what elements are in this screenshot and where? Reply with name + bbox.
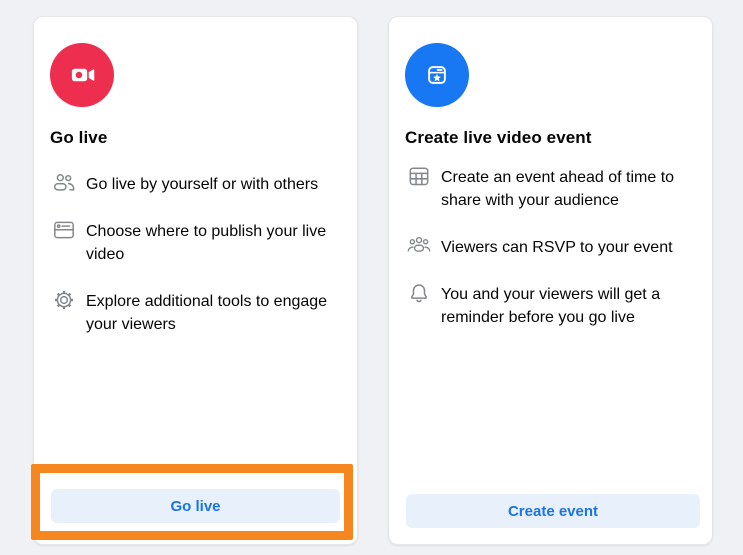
- create-event-badge: [405, 43, 469, 107]
- feature-item: Choose where to publish your live video: [51, 220, 343, 266]
- feature-text: Choose where to publish your live video: [86, 220, 338, 266]
- feature-text: Viewers can RSVP to your event: [441, 236, 673, 259]
- gear-icon: [51, 287, 77, 313]
- video-camera-icon: [64, 57, 100, 93]
- feature-text: You and your viewers will get a reminder…: [441, 283, 693, 329]
- feature-text: Go live by yourself or with others: [86, 173, 318, 196]
- go-live-feature-list: Go live by yourself or with others Choos…: [51, 173, 343, 336]
- calendar-star-icon: [419, 57, 455, 93]
- bell-icon: [406, 280, 432, 306]
- go-live-button[interactable]: Go live: [51, 489, 340, 523]
- card-title: Create live video event: [405, 128, 696, 148]
- create-event-button[interactable]: Create event: [406, 494, 700, 528]
- people-pair-icon: [51, 170, 77, 196]
- go-live-badge: [50, 43, 114, 107]
- create-event-card: Create live video event Create an event …: [388, 16, 713, 545]
- create-event-feature-list: Create an event ahead of time to share w…: [406, 166, 698, 329]
- feature-text: Create an event ahead of time to share w…: [441, 166, 693, 212]
- feature-item: Create an event ahead of time to share w…: [406, 166, 698, 212]
- feature-text: Explore additional tools to engage your …: [86, 290, 338, 336]
- feature-item: You and your viewers will get a reminder…: [406, 283, 698, 329]
- feature-item: Viewers can RSVP to your event: [406, 236, 698, 259]
- people-trio-icon: [406, 233, 432, 259]
- go-live-card: Go live Go live by yourself or with othe…: [33, 16, 358, 545]
- publish-post-icon: [51, 217, 77, 243]
- feature-item: Explore additional tools to engage your …: [51, 290, 343, 336]
- feature-item: Go live by yourself or with others: [51, 173, 343, 196]
- calendar-grid-icon: [406, 163, 432, 189]
- card-title: Go live: [50, 128, 341, 148]
